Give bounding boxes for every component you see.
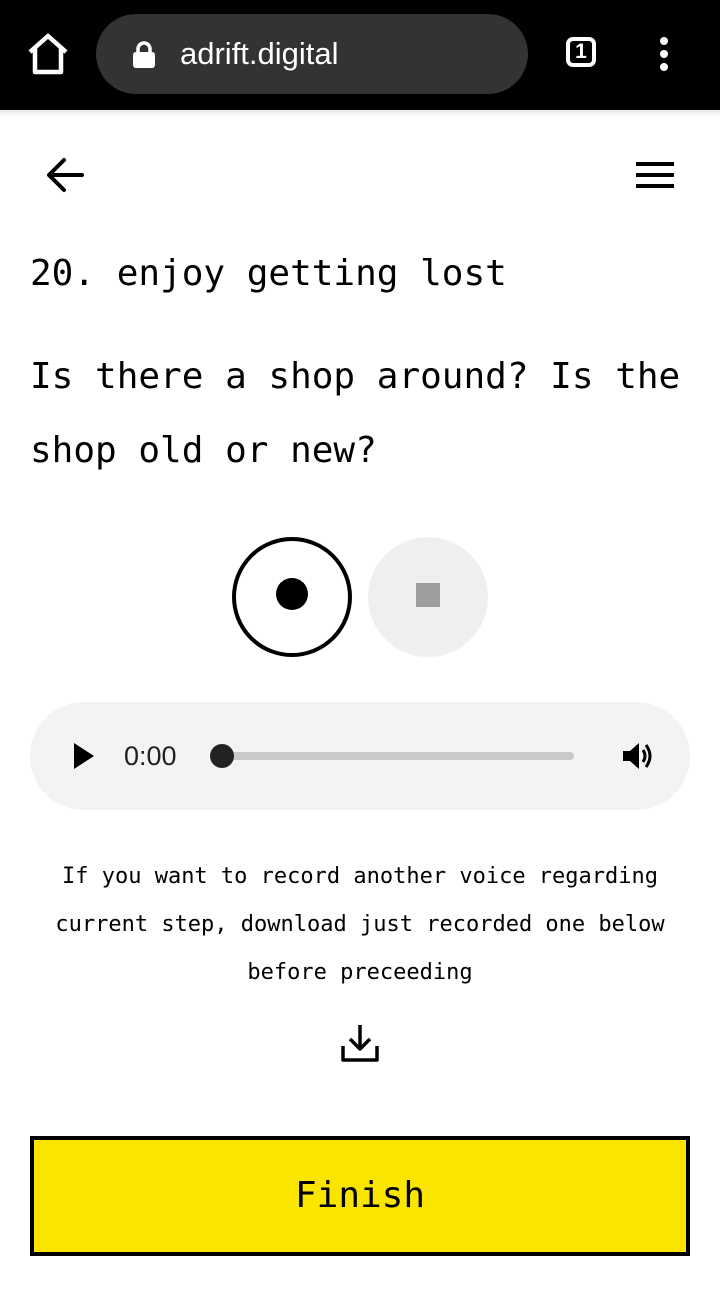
- url-text: adrift.digital: [180, 36, 339, 71]
- stop-icon: [416, 583, 440, 607]
- play-icon[interactable]: [72, 742, 96, 770]
- step-question: Is there a shop around? Is the shop old …: [30, 356, 681, 471]
- hamburger-icon[interactable]: [634, 158, 676, 192]
- current-time: 0:00: [124, 741, 177, 771]
- arrow-left-icon[interactable]: [44, 156, 86, 194]
- tab-switcher-button[interactable]: 1: [566, 37, 596, 67]
- stop-button[interactable]: [368, 537, 488, 657]
- audio-player: 0:00: [30, 702, 690, 810]
- kebab-menu-icon[interactable]: [652, 36, 676, 72]
- download-icon[interactable]: [340, 1022, 380, 1064]
- finish-button[interactable]: Finish: [30, 1136, 690, 1256]
- seek-bar[interactable]: [210, 744, 574, 768]
- address-bar[interactable]: adrift.digital: [96, 14, 528, 94]
- home-icon[interactable]: [26, 32, 70, 76]
- download-note: If you want to record another voice rega…: [55, 864, 665, 985]
- toolbar-shadow: [0, 110, 720, 116]
- lock-icon: [132, 41, 156, 69]
- browser-toolbar: adrift.digital 1: [0, 0, 720, 110]
- step-title: 20. enjoy getting lost: [30, 253, 507, 294]
- record-icon: [276, 578, 308, 610]
- volume-icon[interactable]: [620, 738, 656, 774]
- record-button[interactable]: [232, 537, 352, 657]
- seek-thumb[interactable]: [210, 744, 234, 768]
